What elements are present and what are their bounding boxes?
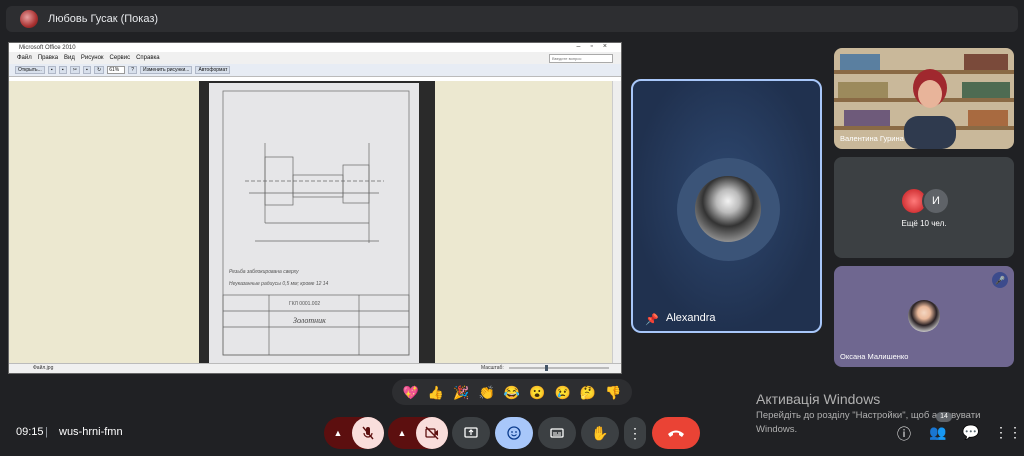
info-icon[interactable]: ⓘ: [897, 424, 911, 444]
camera-toggle-button[interactable]: [416, 417, 448, 449]
reaction-sad[interactable]: 😢: [555, 386, 571, 399]
others-avatars: И: [900, 187, 950, 215]
audio-options-caret[interactable]: ▲: [324, 417, 352, 449]
reaction-heart[interactable]: 💖: [403, 386, 419, 399]
people-icon[interactable]: 👥: [929, 424, 946, 441]
reactions-button[interactable]: [495, 417, 533, 449]
reaction-surprised[interactable]: 😮: [529, 386, 545, 399]
drawing-title: Золотник: [293, 316, 326, 325]
mic-off-icon: [362, 426, 374, 440]
activation-watermark-title: Активація Windows: [756, 391, 881, 407]
presenter-title: Любовь Гусак (Показ): [48, 13, 159, 25]
participant-name: Alexandra: [666, 312, 716, 324]
rotate-icon[interactable]: ↻: [94, 66, 105, 74]
toolbar: Открыть... ▪ ▪ ✂ ▪ ↻ 61% ? Изменить рису…: [9, 64, 621, 77]
participant-tile-valentina[interactable]: Валентина Гурина: [834, 48, 1014, 149]
status-bar: Файл.jpg Масштаб:: [9, 363, 621, 373]
books: [838, 82, 888, 98]
participant-name: Оксана Малишенко: [840, 352, 909, 361]
drawing-note-2: Неуказанные радиусы 0,5 мм; кроме 12 14: [229, 281, 329, 287]
menu-edit[interactable]: Правка: [38, 55, 58, 61]
reactions-bar: 💖 👍 🎉 👏 😂 😮 😢 🤔 👎: [392, 379, 632, 405]
meeting-code: wus-hrni-fmn: [59, 426, 123, 438]
present-button[interactable]: [452, 417, 490, 449]
more-options-button[interactable]: ⋮: [624, 417, 646, 449]
reaction-thumbs-up[interactable]: 👍: [428, 386, 444, 399]
presenter-avatar: [20, 10, 38, 28]
copy-icon[interactable]: ▪: [83, 66, 92, 74]
more-vert-icon: ⋮: [628, 424, 642, 441]
zoom-select[interactable]: 61%: [107, 66, 126, 74]
participant-video: [904, 69, 956, 149]
window-titlebar: Microsoft Office 2010 –▫×: [9, 43, 621, 52]
open-button[interactable]: Открыть...: [15, 66, 45, 74]
cut-icon[interactable]: ✂: [69, 66, 81, 74]
hang-up-icon: [668, 430, 684, 437]
menu-tools[interactable]: Сервис: [110, 55, 131, 61]
zoom-slider-thumb[interactable]: [545, 365, 548, 371]
separator: |: [45, 426, 48, 438]
leave-call-button[interactable]: [652, 417, 700, 449]
menu-file[interactable]: Файл: [17, 55, 32, 61]
books: [968, 110, 1008, 126]
people-count-badge: 14: [936, 412, 952, 422]
drawing-note-1: Резьба заблокирована сверху: [229, 269, 299, 275]
books: [964, 54, 1008, 70]
pin-icon[interactable]: 📌: [645, 313, 659, 326]
captions-icon: [550, 428, 564, 438]
raise-hand-button[interactable]: ✋: [581, 417, 619, 449]
zoom-label: Масштаб:: [481, 365, 504, 371]
reaction-clap[interactable]: 👏: [479, 386, 495, 399]
mic-off-icon: 🎤: [992, 272, 1008, 288]
vertical-scrollbar[interactable]: [612, 81, 621, 363]
reaction-party[interactable]: 🎉: [453, 386, 469, 399]
video-options-caret[interactable]: ▲: [388, 417, 416, 449]
activation-watermark-text: Перейдіть до розділу "Настройки", щоб ак…: [756, 410, 981, 435]
menu-help[interactable]: Справка: [136, 55, 160, 61]
print-icon[interactable]: ▪: [58, 66, 67, 74]
window-controls: –▫×: [576, 43, 617, 50]
shared-screen: Microsoft Office 2010 –▫× Файл Правка Ви…: [8, 42, 622, 374]
reaction-thinking[interactable]: 🤔: [580, 386, 596, 399]
reaction-thumbs-down[interactable]: 👎: [605, 386, 621, 399]
others-tile[interactable]: И Ещё 10 чел.: [834, 157, 1014, 258]
captions-button[interactable]: [538, 417, 576, 449]
hand-icon: ✋: [591, 424, 609, 441]
mic-control-group: ▲: [324, 417, 384, 449]
present-screen-icon: [464, 427, 478, 438]
status-filename: Файл.jpg: [33, 365, 54, 371]
drawing-stamp: ГКЛ 0001.002: [289, 301, 320, 307]
activities-icon[interactable]: ⋮⋮: [994, 424, 1022, 441]
presentation-bar: Любовь Гусак (Показ): [6, 6, 1018, 32]
technical-drawing: Резьба заблокирована сверху Неуказанные …: [209, 83, 419, 363]
menu-picture[interactable]: Рисунок: [81, 55, 104, 61]
camera-off-icon: [425, 426, 439, 440]
menu-view[interactable]: Вид: [64, 55, 75, 61]
camera-control-group: ▲: [388, 417, 448, 449]
chat-icon[interactable]: 💬: [962, 424, 979, 441]
avatar: И: [922, 187, 950, 215]
books: [844, 110, 890, 126]
save-icon[interactable]: ▪: [47, 66, 56, 74]
participant-name: Валентина Гурина: [840, 134, 904, 143]
menu-bar: Файл Правка Вид Рисунок Сервис Справка В…: [9, 52, 621, 64]
books: [840, 54, 880, 70]
emoji-icon: [507, 426, 521, 440]
ask-question-input[interactable]: Введите вопрос: [549, 54, 613, 63]
edit-picture-button[interactable]: Изменить рисунки...: [140, 66, 193, 74]
help-icon[interactable]: ?: [128, 66, 137, 74]
mic-toggle-button[interactable]: [352, 417, 384, 449]
avatar: [695, 176, 761, 242]
reaction-laugh[interactable]: 😂: [504, 386, 520, 399]
autoformat-button[interactable]: Автоформат: [195, 66, 231, 74]
participant-tile-alexandra[interactable]: 📌 Alexandra: [631, 79, 822, 333]
clock: 09:15: [16, 426, 44, 438]
books: [962, 82, 1010, 98]
window-title: Microsoft Office 2010: [19, 44, 76, 51]
more-participants-label: Ещё 10 чел.: [901, 219, 947, 228]
avatar: [908, 300, 940, 332]
participant-tile-oksana[interactable]: 🎤 Оксана Малишенко: [834, 266, 1014, 367]
zoom-slider-track[interactable]: [509, 367, 609, 369]
